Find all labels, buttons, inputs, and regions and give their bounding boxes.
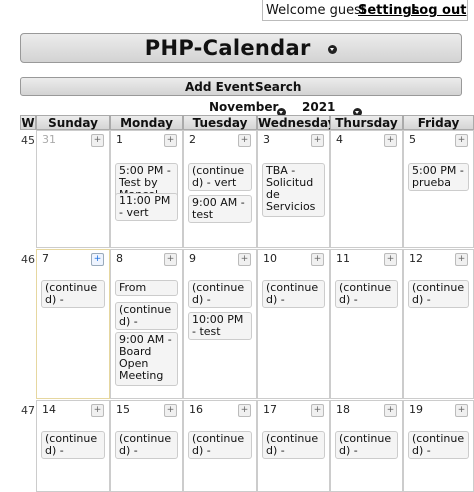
day-number[interactable]: 11 [336,252,350,265]
add-event-plus-icon[interactable]: + [164,404,177,417]
event-item[interactable]: 9:00 AM - test [188,195,252,223]
event-item[interactable]: (continued) - prueba [188,431,252,459]
event-item[interactable]: (continued) - prueba [262,280,325,308]
add-event-plus-icon[interactable]: + [311,404,324,417]
event-item[interactable]: (continued) - prueba [408,431,469,459]
day-number[interactable]: 8 [116,252,123,265]
add-event-plus-icon[interactable]: + [311,134,324,147]
add-event-plus-icon[interactable]: + [384,134,397,147]
day-cell[interactable]: 9 + (continued) - prueba 10:00 PM - test [183,249,257,399]
add-event-plus-icon[interactable]: + [455,404,468,417]
day-number[interactable]: 14 [42,403,56,416]
day-header-monday: Monday [110,115,183,130]
day-cell[interactable]: 15 + (continued) - prueba [110,400,183,492]
action-bar: Add Event Search [20,77,462,96]
event-item[interactable]: (continued) - vert [188,163,252,191]
day-number[interactable]: 18 [336,403,350,416]
event-item[interactable]: (continued) - prueba [41,431,105,459]
add-event-plus-icon[interactable]: + [238,404,251,417]
logout-link[interactable]: Log out [411,0,466,21]
day-number[interactable]: 12 [409,252,423,265]
event-item[interactable]: 5:00 PM - prueba [408,163,469,191]
day-cell[interactable]: 18 + (continued) - prueba [330,400,403,492]
add-event-plus-icon[interactable]: + [384,404,397,417]
week-column-header: W [20,115,36,130]
year-label[interactable]: 2021 [302,100,335,114]
day-number[interactable]: 16 [189,403,203,416]
event-item[interactable]: (continued) - prueba [262,431,325,459]
day-cell[interactable]: 14 + (continued) - prueba [36,400,110,492]
day-number[interactable]: 5 [409,133,416,146]
welcome-text: Welcome guest [266,3,366,18]
day-number[interactable]: 1 [116,133,123,146]
day-cell[interactable]: 7 + (continued) - prueba [36,249,110,399]
add-event-plus-icon[interactable]: + [91,134,104,147]
add-event-link[interactable]: Add Event [185,78,254,96]
day-header-wednesday: Wednesday [257,115,336,130]
day-number[interactable]: 4 [336,133,343,146]
day-number[interactable]: 7 [42,252,49,265]
day-cell[interactable]: 1+5:00 PM - Test by Mancel11:00 PM - ver… [110,130,183,248]
day-number[interactable]: 31 [42,133,56,146]
week-number[interactable]: 47 [21,404,35,417]
day-number[interactable]: 10 [263,252,277,265]
month-label[interactable]: November [209,100,278,114]
add-event-plus-icon[interactable]: + [238,253,251,266]
add-event-plus-icon[interactable]: + [91,404,104,417]
day-cell[interactable]: 17 + (continued) - prueba [257,400,330,492]
user-bar: Welcome guest Settings Log out [262,0,468,21]
event-item[interactable]: (continued) - prueba [408,280,469,308]
week-number[interactable]: 46 [21,253,35,266]
event-item[interactable]: (continued) - prueba [335,280,398,308]
event-item[interactable]: 10:00 PM - test [188,312,252,340]
day-number[interactable]: 9 [189,252,196,265]
day-cell[interactable]: 10 + (continued) - prueba [257,249,330,399]
day-header-thursday: Thursday [330,115,403,130]
day-cell[interactable]: 12 + (continued) - prueba [403,249,474,399]
day-cell[interactable]: 3 + TBA - Solicitud de Servicios [257,130,330,248]
day-cell[interactable]: 8 + From (continued) - prueba9:00 AM - Boar… [110,249,183,399]
day-cell[interactable]: 16 + (continued) - prueba [183,400,257,492]
day-header-tuesday: Tuesday [183,115,257,130]
day-cell[interactable]: 31 + [36,130,110,248]
add-event-plus-icon[interactable]: + [238,134,251,147]
day-cell[interactable]: 19 + (continued) - prueba [403,400,474,492]
add-event-plus-icon[interactable]: + [164,134,177,147]
event-item[interactable]: 9:00 AM - Board Open Meeting [115,332,178,386]
event-item[interactable]: (continued) - prueba [41,280,105,308]
day-cell[interactable]: 4 + [330,130,403,248]
day-number[interactable]: 19 [409,403,423,416]
event-item[interactable]: TBA - Solicitud de Servicios [262,163,325,217]
add-event-plus-icon[interactable]: + [384,253,397,266]
day-cell[interactable]: 5 +5:00 PM - prueba [403,130,474,248]
event-item[interactable]: (continued) - prueba [115,431,178,459]
calendar-menu-dropdown-icon[interactable] [328,44,338,54]
title-bar: PHP-Calendar [20,33,462,63]
day-number[interactable]: 15 [116,403,130,416]
page-title: PHP-Calendar [144,36,311,60]
add-event-plus-icon[interactable]: + [455,134,468,147]
day-header-sunday: Sunday [36,115,110,130]
add-event-plus-icon[interactable]: + [311,253,324,266]
event-item[interactable]: (continued) - prueba [188,280,252,308]
event-item[interactable]: From [115,280,178,296]
day-number[interactable]: 17 [263,403,277,416]
day-number[interactable]: 3 [263,133,270,146]
add-event-plus-icon[interactable]: + [91,253,104,266]
event-item[interactable]: 11:00 PM - vert [115,193,178,221]
week-number[interactable]: 45 [21,134,35,147]
day-cell[interactable]: 2 + (continued) - vert 9:00 AM - test [183,130,257,248]
day-number[interactable]: 2 [189,133,196,146]
event-item[interactable]: (continued) - prueba [335,431,398,459]
add-event-plus-icon[interactable]: + [164,253,177,266]
day-cell[interactable]: 11 + (continued) - prueba [330,249,403,399]
search-link[interactable]: Search [255,78,301,96]
day-header-friday: Friday [403,115,474,130]
event-item[interactable]: (continued) - prueba [115,302,178,330]
add-event-plus-icon[interactable]: + [455,253,468,266]
